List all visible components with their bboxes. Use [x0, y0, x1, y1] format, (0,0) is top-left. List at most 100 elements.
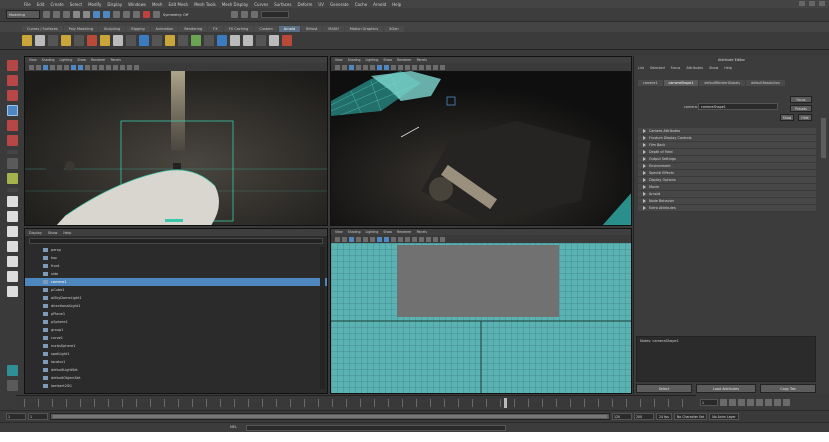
- textured-icon[interactable]: [391, 236, 396, 242]
- character-set-dropdown[interactable]: No Character Set: [673, 413, 708, 420]
- select-hierarchy-icon[interactable]: [93, 11, 100, 18]
- attr-section[interactable]: Camera Attributes: [638, 128, 816, 135]
- outliner-row[interactable]: pSphere1: [25, 318, 327, 326]
- camera-name-field[interactable]: cameraShape1: [698, 103, 778, 110]
- isolate-icon[interactable]: [433, 236, 438, 242]
- step-forward-key-icon[interactable]: [774, 398, 781, 406]
- shadows-icon[interactable]: [405, 236, 410, 242]
- maximize-icon[interactable]: [809, 1, 815, 6]
- layout-script-icon[interactable]: [6, 286, 18, 297]
- curve-collector-icon[interactable]: [126, 35, 136, 46]
- shader-ball-icon[interactable]: [191, 35, 201, 46]
- panels-menu[interactable]: Panels: [417, 230, 427, 234]
- range-end-field[interactable]: 200: [634, 413, 654, 420]
- menu-create[interactable]: Create: [50, 2, 63, 7]
- motion-blur-icon[interactable]: [419, 236, 424, 242]
- renderer-menu[interactable]: Renderer: [397, 230, 412, 234]
- renderer-menu[interactable]: Renderer: [397, 58, 412, 62]
- shading-menu[interactable]: Shading: [42, 58, 55, 62]
- menu-mesh-tools[interactable]: Mesh Tools: [194, 2, 216, 7]
- focus-button[interactable]: Focus: [790, 96, 812, 103]
- menu-select[interactable]: Select: [70, 2, 82, 7]
- menu-edit-mesh[interactable]: Edit Mesh: [169, 2, 189, 7]
- smooth-shade-icon[interactable]: [384, 236, 389, 242]
- menu-edit[interactable]: Edit: [37, 2, 45, 7]
- renderer-menu[interactable]: Renderer: [91, 58, 106, 62]
- layout-custom-icon[interactable]: [6, 380, 18, 391]
- ae-menu-selected[interactable]: Selected: [650, 66, 665, 70]
- ae-menu-show[interactable]: Show: [709, 66, 718, 70]
- layout-uv-icon[interactable]: [6, 271, 18, 282]
- outliner-search-input[interactable]: [29, 238, 323, 244]
- panels-menu[interactable]: Panels: [111, 58, 121, 62]
- export-icon[interactable]: [282, 35, 292, 46]
- xray-icon[interactable]: [440, 64, 445, 70]
- outliner-row[interactable]: top: [25, 254, 327, 262]
- ipr-render-icon[interactable]: [241, 11, 249, 18]
- outliner-row[interactable]: curve1: [25, 334, 327, 342]
- texture-icon[interactable]: [217, 35, 227, 46]
- menu-cache[interactable]: Cache: [355, 2, 367, 7]
- outliner-help-menu[interactable]: Help: [63, 231, 71, 235]
- render-settings-icon[interactable]: [251, 11, 259, 18]
- smooth-shade-icon[interactable]: [78, 64, 83, 70]
- ae-tab[interactable]: camera1: [638, 80, 663, 86]
- flush-cache-icon[interactable]: [152, 35, 162, 46]
- show-menu[interactable]: Show: [383, 58, 392, 62]
- attr-section[interactable]: Movie: [638, 184, 816, 191]
- bookmark-icon[interactable]: [342, 236, 347, 242]
- layout-four-panel-icon[interactable]: [6, 196, 18, 207]
- image-plane-icon[interactable]: [349, 236, 354, 242]
- outliner-row[interactable]: pCube1: [25, 286, 327, 294]
- textured-icon[interactable]: [391, 64, 396, 70]
- range-bar[interactable]: [50, 413, 610, 420]
- xray-icon[interactable]: [440, 236, 445, 242]
- outliner-row[interactable]: nurbsSphere1: [25, 342, 327, 350]
- outliner-row[interactable]: group1: [25, 326, 327, 334]
- outliner-row[interactable]: defaultObjectSet: [25, 374, 327, 382]
- xray-icon[interactable]: [134, 64, 139, 70]
- camera-attr-icon[interactable]: [335, 236, 340, 242]
- paint-select-icon[interactable]: [6, 90, 18, 101]
- attribute-scrollbar[interactable]: [821, 118, 826, 158]
- outliner-scrollbar[interactable]: [320, 247, 325, 389]
- film-gate-icon[interactable]: [363, 236, 368, 242]
- step-back-key-icon[interactable]: [729, 398, 736, 406]
- show-menu[interactable]: Show: [383, 230, 392, 234]
- menu-file[interactable]: File: [24, 2, 31, 7]
- menu-set-selector[interactable]: Modeling: [6, 10, 40, 19]
- mel-label[interactable]: MEL: [230, 425, 237, 429]
- ae-tab[interactable]: cameraShape1: [663, 80, 699, 86]
- outliner-row[interactable]: front: [25, 262, 327, 270]
- go-to-end-icon[interactable]: [783, 398, 790, 406]
- isolate-icon[interactable]: [433, 64, 438, 70]
- attr-section[interactable]: Display Options: [638, 177, 816, 184]
- attr-section[interactable]: Environment: [638, 163, 816, 170]
- menu-generate[interactable]: Generate: [330, 2, 349, 7]
- range-handle[interactable]: [53, 415, 607, 418]
- outliner-row[interactable]: pPlane1: [25, 310, 327, 318]
- motion-blur-icon[interactable]: [419, 64, 424, 70]
- lights-icon[interactable]: [398, 64, 403, 70]
- ae-menu-help[interactable]: Help: [724, 66, 732, 70]
- smooth-shade-icon[interactable]: [384, 64, 389, 70]
- attr-section[interactable]: Special Effects: [638, 170, 816, 177]
- panels-menu[interactable]: Panels: [417, 58, 427, 62]
- show-menu[interactable]: Show: [77, 58, 86, 62]
- render-setup-icon[interactable]: [165, 35, 175, 46]
- attr-section[interactable]: Arnold: [638, 191, 816, 198]
- wireframe-icon[interactable]: [377, 236, 382, 242]
- attr-section[interactable]: Extra Attributes: [638, 205, 816, 212]
- tx-manager-icon[interactable]: [269, 35, 279, 46]
- layout-hypershade-icon[interactable]: [6, 256, 18, 267]
- lasso-tool-icon[interactable]: [6, 75, 18, 86]
- select-button[interactable]: Select: [636, 384, 692, 393]
- wireframe-icon[interactable]: [71, 64, 76, 70]
- antialias-icon[interactable]: [120, 64, 125, 70]
- new-scene-icon[interactable]: [43, 11, 50, 18]
- image-plane-icon[interactable]: [349, 64, 354, 70]
- layout-single-icon[interactable]: [6, 173, 18, 184]
- snap-surface-icon[interactable]: [153, 11, 160, 18]
- bookmark-icon[interactable]: [36, 64, 41, 70]
- step-forward-icon[interactable]: [765, 398, 772, 406]
